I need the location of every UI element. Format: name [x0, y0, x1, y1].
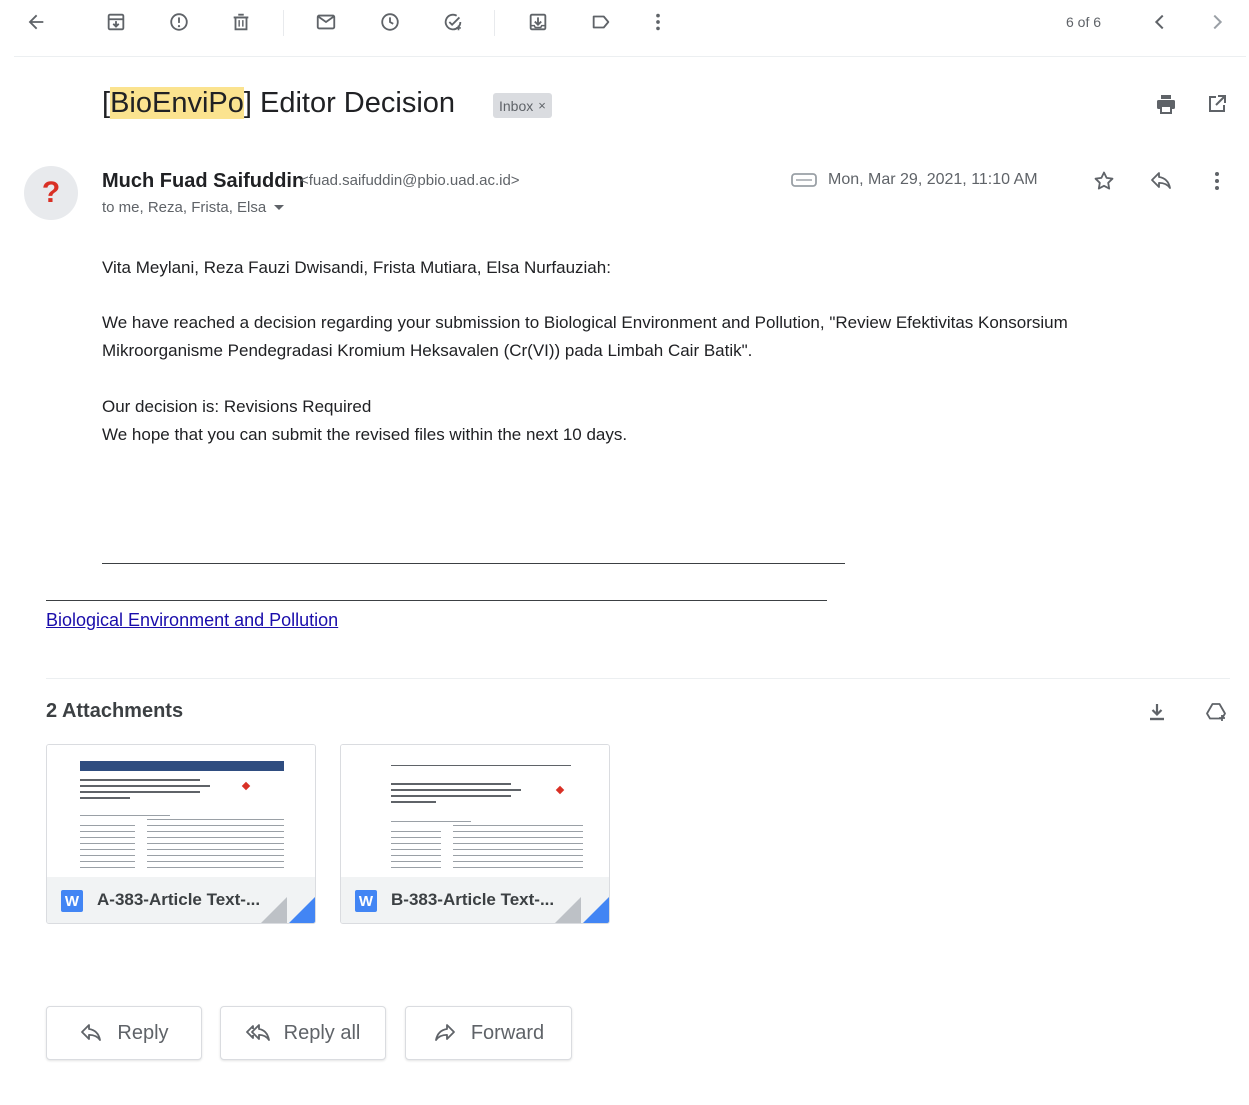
message-counter: 6 of 6	[1066, 14, 1102, 30]
body-deadline: We hope that you can submit the revised …	[102, 425, 628, 444]
reply-all-button[interactable]: Reply all	[220, 1006, 386, 1060]
delete-icon[interactable]	[223, 4, 259, 40]
toolbar: 6 of 6	[0, 0, 1249, 50]
add-to-drive-icon[interactable]	[1199, 695, 1233, 729]
body-paragraph-line-1: We have reached a decision regarding you…	[102, 313, 1068, 332]
corner-fold-icon	[553, 897, 581, 923]
star-icon[interactable]	[1087, 164, 1121, 198]
recipients-text: to me, Reza, Frista, Elsa	[102, 199, 267, 216]
toolbar-divider-line	[14, 56, 1246, 57]
reply-label: Reply	[117, 1021, 169, 1044]
body-decision: Our decision is: Revisions Required	[102, 397, 372, 416]
body-paragraph-line-2: Mikroorganisme Pendegradasi Kromium Heks…	[102, 341, 753, 360]
snooze-icon[interactable]	[372, 4, 408, 40]
report-spam-icon[interactable]	[161, 4, 197, 40]
sender-avatar[interactable]: ?	[24, 166, 78, 220]
forward-label: Forward	[470, 1021, 545, 1044]
inbox-label-chip[interactable]: Inbox ×	[493, 93, 552, 118]
corner-fold-icon	[259, 897, 287, 923]
chevron-left-icon[interactable]	[1142, 4, 1178, 40]
attachments-divider	[46, 678, 1230, 679]
attachment-preview	[341, 745, 609, 877]
archive-icon[interactable]	[98, 4, 134, 40]
toolbar-divider	[283, 10, 284, 36]
word-file-icon: W	[61, 890, 83, 912]
print-icon[interactable]	[1150, 88, 1182, 120]
sender-email: <fuad.saifuddin@pbio.uad.ac.id>	[300, 172, 520, 189]
attachment-footer: W A-383-Article Text-...	[47, 877, 315, 923]
attachment-filename: B-383-Article Text-...	[391, 890, 555, 909]
download-all-icon[interactable]	[1140, 695, 1174, 729]
attachment-filename: A-383-Article Text-...	[97, 890, 261, 909]
corner-fold-icon	[287, 897, 315, 923]
attachment-card[interactable]: W B-383-Article Text-...	[340, 744, 610, 924]
inbox-label-text: Inbox	[499, 97, 534, 114]
journal-link[interactable]: Biological Environment and Pollution	[46, 610, 338, 631]
reply-icon	[81, 1024, 102, 1041]
reply-icon[interactable]	[1144, 164, 1178, 198]
subject-rest: ] Editor Decision	[243, 87, 456, 119]
add-to-tasks-icon[interactable]	[435, 4, 471, 40]
mark-unread-icon[interactable]	[308, 4, 344, 40]
forward-button[interactable]: Forward	[405, 1006, 572, 1060]
labels-icon[interactable]	[583, 4, 619, 40]
sender-name[interactable]: Much Fuad Saifuddin	[102, 170, 304, 193]
message-date: Mon, Mar 29, 2021, 11:10 AM	[828, 171, 1038, 188]
more-vert-icon[interactable]	[1200, 164, 1234, 198]
back-arrow-icon[interactable]	[18, 4, 54, 40]
attachment-footer: W B-383-Article Text-...	[341, 877, 609, 923]
remove-label-icon[interactable]: ×	[538, 98, 546, 113]
move-to-icon[interactable]	[520, 4, 556, 40]
attachment-preview	[47, 745, 315, 877]
avatar-glyph: ?	[41, 176, 61, 209]
subject-highlight: BioEnviPo	[110, 87, 244, 119]
toolbar-divider	[494, 10, 495, 36]
show-details-caret-icon[interactable]	[274, 205, 285, 210]
body-greeting: Vita Meylani, Reza Fauzi Dwisandi, Frist…	[102, 258, 611, 277]
corner-fold-icon	[581, 897, 609, 923]
reply-button[interactable]: Reply	[46, 1006, 202, 1060]
chevron-right-icon[interactable]	[1199, 4, 1235, 40]
recipients-line: to me, Reza, Frista, Elsa	[102, 199, 285, 216]
forward-icon	[434, 1024, 455, 1041]
signature-divider	[46, 600, 827, 601]
signature-divider	[102, 563, 845, 564]
open-in-new-window-icon[interactable]	[1201, 88, 1233, 120]
subject-prefix: [	[102, 87, 111, 119]
reply-all-icon	[245, 1024, 270, 1041]
word-file-icon: W	[355, 890, 377, 912]
more-vert-icon[interactable]	[640, 4, 676, 40]
email-subject: [BioEnviPo] Editor Decision	[102, 87, 455, 120]
attachment-card[interactable]: W A-383-Article Text-...	[46, 744, 316, 924]
attachments-title: 2 Attachments	[46, 700, 184, 722]
reply-all-label: Reply all	[283, 1021, 361, 1044]
label-tag-icon	[791, 173, 817, 187]
